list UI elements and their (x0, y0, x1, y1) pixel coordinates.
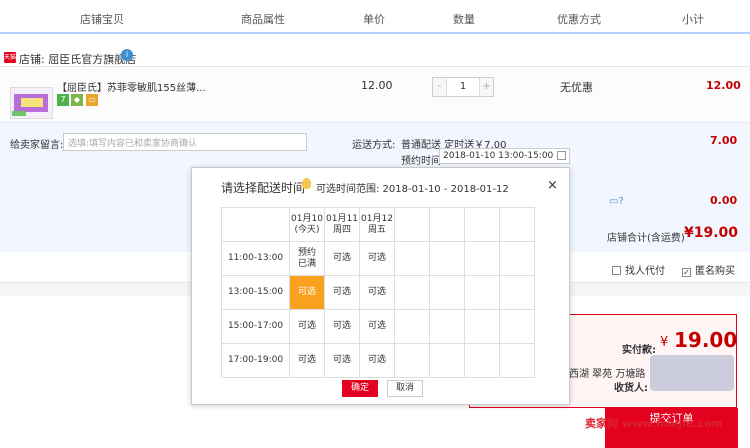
card-icon: ▭ (86, 94, 98, 106)
proxy-pay-option[interactable]: 找人代付 (612, 262, 665, 277)
discount-value: 无优惠 (560, 81, 593, 94)
slot-cell[interactable]: 可选 (289, 309, 325, 344)
other-fee: 0.00 (710, 194, 738, 207)
close-icon[interactable]: × (547, 178, 558, 193)
col-price: 单价 (363, 13, 385, 26)
shop-name[interactable]: 店铺: 屈臣氏官方旗舰店 (19, 51, 136, 67)
proxy-pay-checkbox[interactable] (612, 266, 621, 275)
shop-row: 天猫 店铺: 屈臣氏官方旗舰店 i (0, 48, 750, 68)
day-header-empty (499, 207, 535, 242)
anonymous-checkbox[interactable]: ✓ (682, 268, 691, 277)
day-header: 01月10 (今天) (289, 207, 325, 242)
quantity-stepper[interactable]: - 1 + (432, 77, 494, 97)
shipping-fee: 7.00 (710, 134, 738, 147)
cancel-button[interactable]: 取消 (387, 380, 423, 397)
slot-cell[interactable]: 可选 (324, 241, 360, 276)
col-discount: 优惠方式 (557, 13, 601, 26)
slot-cell[interactable]: 可选 (359, 343, 395, 378)
calendar-icon[interactable] (557, 151, 566, 160)
day-header-empty (394, 207, 430, 242)
slot-cell-selected[interactable]: 可选 (289, 275, 325, 310)
slot-time: 17:00-19:00 (221, 343, 290, 378)
shipping-label: 运送方式: (352, 140, 396, 151)
slot-cell[interactable]: 可选 (289, 343, 325, 378)
slot-cell[interactable]: 可选 (359, 241, 395, 276)
shop-total-label: 店铺合计(含运费) (607, 233, 685, 244)
col-attr: 商品属性 (241, 13, 285, 26)
chat-icon[interactable]: i (121, 49, 133, 61)
day-header-empty (464, 207, 500, 242)
qty-value[interactable]: 1 (448, 78, 478, 96)
delivery-time-value: 2018-01-10 13:00-15:00 (443, 151, 554, 161)
help-icon[interactable]: ▭? (609, 196, 624, 207)
delivery-address: 西湖 翠苑 万塘路 (569, 369, 646, 380)
day-header-empty (429, 207, 465, 242)
lightbulb-icon (302, 178, 311, 189)
col-qty: 数量 (453, 13, 475, 26)
guarantee-icon: ◆ (71, 94, 83, 106)
blurred-receiver (650, 355, 734, 391)
pay-label: 实付款: (622, 345, 656, 356)
confirm-button[interactable]: 确定 (342, 380, 378, 397)
col-subtotal: 小计 (682, 13, 704, 26)
shop-total-value: ¥19.00 (684, 225, 739, 241)
item-row: 【屈臣氏】苏菲零敏肌155丝薄... 7 ◆ ▭ 12.00 - 1 + 无优惠… (0, 66, 750, 122)
day-header: 01月12 周五 (359, 207, 395, 242)
item-subtotal: 12.00 (706, 79, 741, 92)
watermark: 卖家网 www.maijia.com (585, 417, 724, 430)
receiver-label: 收货人: (614, 383, 648, 394)
seven-day-return-icon: 7 (57, 94, 69, 106)
qty-minus-button[interactable]: - (433, 78, 447, 96)
modal-range: 可选时间范围: 2018-01-10 - 2018-01-12 (316, 184, 509, 195)
modal-title: 请选择配送时间 (221, 181, 306, 195)
pay-currency: ¥ (660, 335, 669, 350)
pay-value: 19.00 (674, 328, 738, 352)
slot-cell[interactable]: 可选 (359, 309, 395, 344)
message-input[interactable]: 选填:填写内容已和卖家协商确认 (63, 133, 307, 151)
slot-cell[interactable]: 可选 (324, 275, 360, 310)
delivery-time-select[interactable]: 2018-01-10 13:00-15:00 (439, 148, 570, 164)
tmall-badge: 天猫 (4, 52, 17, 63)
slot-time: 15:00-17:00 (221, 309, 290, 344)
product-title[interactable]: 【屈臣氏】苏菲零敏肌155丝薄... (57, 79, 206, 94)
delivery-time-label: 预约时间 (401, 156, 441, 167)
col-item: 店铺宝贝 (80, 13, 124, 26)
grid-corner (221, 207, 290, 242)
unit-price: 12.00 (361, 79, 393, 92)
day-header: 01月11 周四 (324, 207, 360, 242)
slot-cell-full: 预约 已满 (289, 241, 325, 276)
time-grid: 01月10 (今天) 01月11 周四 01月12 周五 11:00-13:00 预约… (221, 207, 535, 378)
delivery-time-modal: 请选择配送时间 可选时间范围: 2018-01-10 - 2018-01-12 … (191, 167, 570, 405)
slot-time: 11:00-13:00 (221, 241, 290, 276)
message-label: 给卖家留言: (10, 140, 64, 151)
qty-plus-button[interactable]: + (479, 78, 493, 96)
anonymous-option[interactable]: ✓ 匿名购买 (682, 262, 735, 277)
slot-cell[interactable]: 可选 (324, 309, 360, 344)
table-header: 店铺宝贝 商品属性 单价 数量 优惠方式 小计 (0, 0, 750, 34)
slot-cell[interactable]: 可选 (324, 343, 360, 378)
product-thumbnail[interactable] (10, 87, 53, 119)
slot-time: 13:00-15:00 (221, 275, 290, 310)
slot-cell[interactable]: 可选 (359, 275, 395, 310)
